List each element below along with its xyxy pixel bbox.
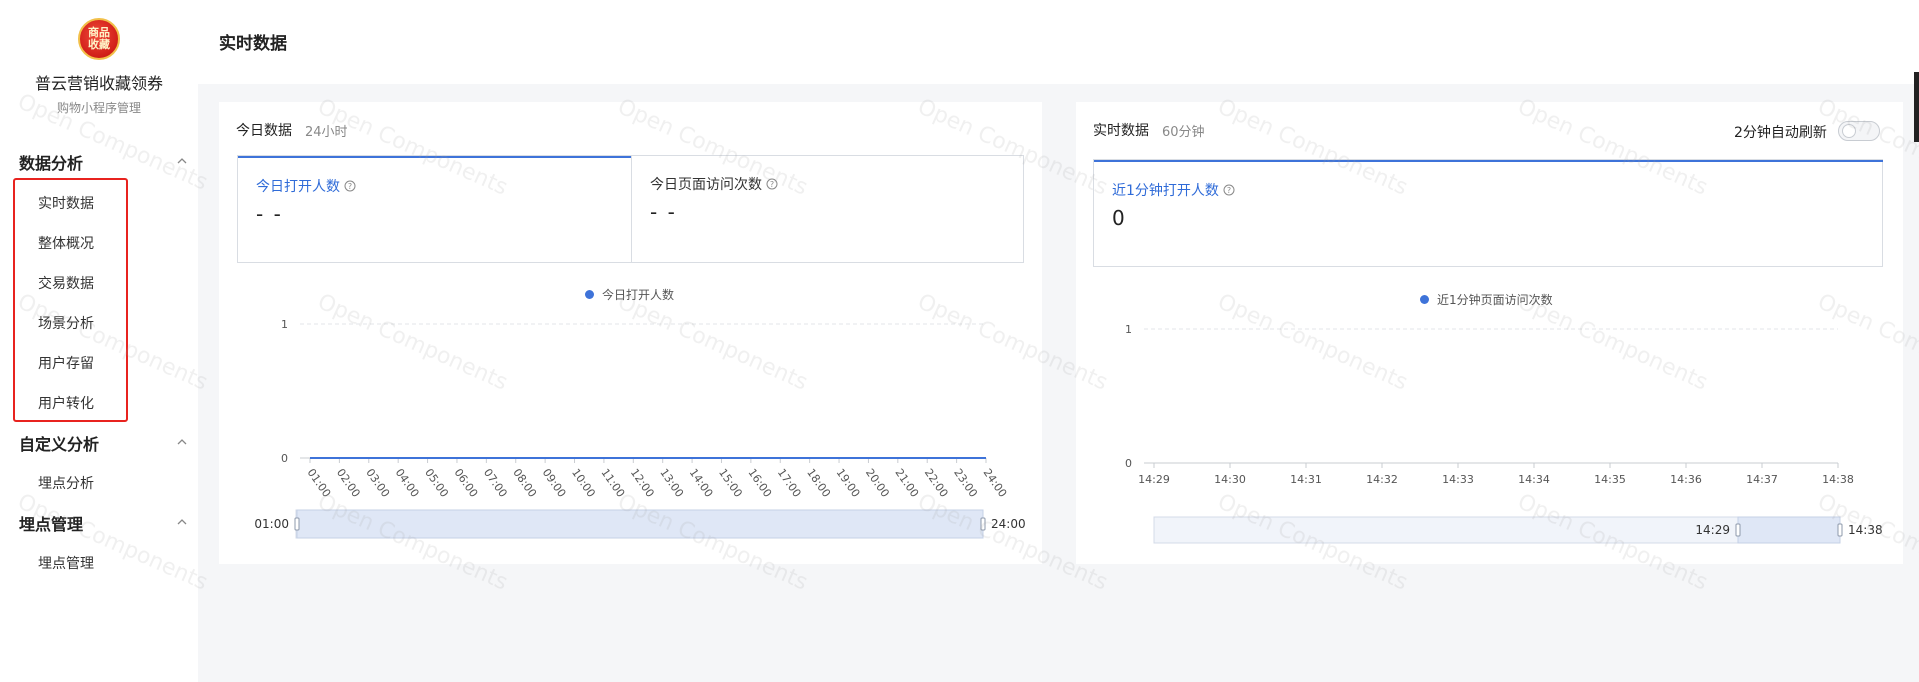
x-tick-label: 14:38 xyxy=(1822,473,1854,486)
zoom-handle-left[interactable] xyxy=(1735,523,1741,537)
x-tick-label: 01:00 xyxy=(305,466,334,499)
x-tick-label: 18:00 xyxy=(804,466,833,499)
x-tick-label: 14:35 xyxy=(1594,473,1626,486)
zoom-end-label: 24:00 xyxy=(991,517,1026,531)
x-tick-label: 10:00 xyxy=(569,466,598,499)
x-tick-label: 04:00 xyxy=(393,466,422,499)
x-tick-label: 07:00 xyxy=(481,466,510,499)
x-tick-label: 12:00 xyxy=(628,466,657,499)
x-tick-label: 15:00 xyxy=(716,466,745,499)
chart-0: 0101:00 02:00 03:00 04:00 05:00 06:00 07:00 08:… xyxy=(254,318,1026,539)
x-tick-label: 21:00 xyxy=(892,466,921,499)
today-line-chart: 0101:00 02:00 03:00 04:00 05:00 06:00 07:00 08:… xyxy=(254,318,1883,544)
chart-1: 0 1 14:29 14:30 14:31 14:32 14:33 14:34 14:35 14:… xyxy=(1125,323,1883,544)
x-tick-label: 08:00 xyxy=(510,466,539,499)
x-tick-label: 14:33 xyxy=(1442,473,1474,486)
zoom-start-label: 14:29 xyxy=(1695,523,1730,537)
y-tick-label: 0 xyxy=(1125,457,1132,470)
x-tick-label: 14:37 xyxy=(1746,473,1778,486)
x-tick-label: 24:00 xyxy=(981,466,1010,499)
x-tick-label: 09:00 xyxy=(540,466,569,499)
x-tick-label: 14:00 xyxy=(687,466,716,499)
zoom-handle-right[interactable] xyxy=(1837,523,1843,537)
y-tick-label: 1 xyxy=(1125,323,1132,336)
x-tick-label: 14:30 xyxy=(1214,473,1246,486)
x-tick-label: 02:00 xyxy=(334,466,363,499)
zoom-handle-right[interactable] xyxy=(980,517,986,531)
x-tick-label: 20:00 xyxy=(863,466,892,499)
x-tick-label: 03:00 xyxy=(363,466,392,499)
x-tick-label: 11:00 xyxy=(598,466,627,499)
x-tick-label: 14:32 xyxy=(1366,473,1398,486)
zoom-selection xyxy=(296,509,984,539)
x-tick-label: 06:00 xyxy=(451,466,480,499)
zoom-end-label: 14:38 xyxy=(1848,523,1883,537)
zoom-start-label: 01:00 xyxy=(254,517,289,531)
x-tick-label: 14:34 xyxy=(1518,473,1550,486)
x-tick-label: 23:00 xyxy=(951,466,980,499)
y-tick-label: 0 xyxy=(281,452,288,465)
x-tick-label: 05:00 xyxy=(422,466,451,499)
y-tick-label: 1 xyxy=(281,318,288,331)
zoom-handle-left[interactable] xyxy=(294,517,300,531)
x-tick-label: 14:31 xyxy=(1290,473,1322,486)
x-tick-label: 19:00 xyxy=(834,466,863,499)
x-tick-label: 17:00 xyxy=(775,466,804,499)
x-tick-label: 13:00 xyxy=(657,466,686,499)
x-tick-label: 22:00 xyxy=(922,466,951,499)
x-tick-label: 16:00 xyxy=(745,466,774,499)
x-tick-label: 14:36 xyxy=(1670,473,1702,486)
zoom-selection xyxy=(1737,516,1841,544)
x-tick-label: 14:29 xyxy=(1138,473,1170,486)
